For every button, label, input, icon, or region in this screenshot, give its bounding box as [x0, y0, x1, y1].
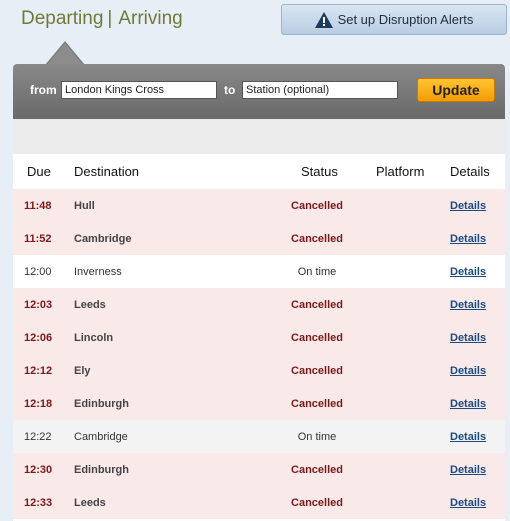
status: Cancelled [291, 332, 343, 344]
details-link[interactable]: Details [450, 365, 486, 377]
destination: Cambridge [74, 233, 132, 245]
tab-departing[interactable]: Departing [21, 8, 103, 29]
header-platform: Platform [376, 164, 425, 179]
due-time: 12:06 [24, 332, 53, 344]
due-time: 11:48 [24, 200, 52, 212]
due-time: 12:12 [24, 365, 53, 377]
table-row: 11:48 Hull Cancelled Details [13, 189, 505, 222]
update-button[interactable]: Update [417, 78, 495, 102]
due-time: 12:30 [24, 464, 53, 476]
departures-list: 11:48 Hull Cancelled Details 11:52 Cambridge C… [13, 189, 505, 519]
due-time: 12:22 [24, 431, 52, 443]
tab-pointer-fill [47, 43, 83, 65]
status: Cancelled [291, 497, 343, 509]
details-link[interactable]: Details [450, 464, 486, 476]
details-link[interactable]: Details [450, 233, 486, 245]
table-row: 12:00 Inverness On time Details [13, 255, 505, 288]
destination: Leeds [74, 497, 106, 509]
destination: Lincoln [74, 332, 114, 344]
status: Cancelled [291, 299, 343, 311]
due-time: 12:00 [24, 266, 52, 278]
departures-panel: from to Update Due Destination Status Pl… [13, 64, 505, 521]
direction-tabs: Departing | Arriving [21, 8, 183, 30]
to-label: to [224, 83, 236, 97]
destination: Edinburgh [74, 398, 129, 410]
details-link[interactable]: Details [450, 497, 486, 509]
due-time: 12:33 [24, 497, 53, 509]
warning-triangle-icon [314, 11, 333, 28]
disruption-alerts-label: Set up Disruption Alerts [337, 12, 474, 27]
header-destination: Destination [74, 164, 140, 179]
status: Cancelled [291, 464, 343, 476]
table-row: 11:52 Cambridge Cancelled Details [13, 222, 505, 255]
status: On time [297, 266, 337, 278]
status: Cancelled [291, 365, 343, 377]
table-row: 12:03 Leeds Cancelled Details [13, 288, 505, 321]
destination: Hull [74, 200, 95, 212]
status: Cancelled [291, 233, 343, 245]
header-details: Details [450, 164, 490, 179]
destination: Inverness [74, 266, 122, 278]
table-header: Due Destination Status Platform Details [13, 154, 505, 189]
details-link[interactable]: Details [450, 332, 486, 344]
destination: Cambridge [74, 431, 128, 443]
from-station-input[interactable] [61, 81, 217, 99]
status: Cancelled [291, 200, 343, 212]
info-strip [13, 119, 505, 154]
table-row: 12:33 Leeds Cancelled Details [13, 486, 505, 519]
due-time: 12:18 [24, 398, 53, 410]
due-time: 12:03 [24, 299, 53, 311]
table-row: 12:06 Lincoln Cancelled Details [13, 321, 505, 354]
tab-arriving[interactable]: Arriving [118, 8, 182, 29]
details-link[interactable]: Details [450, 398, 486, 410]
table-row: 12:12 Ely Cancelled Details [13, 354, 505, 387]
details-link[interactable]: Details [450, 299, 486, 311]
header-due: Due [27, 164, 51, 179]
to-station-input[interactable] [242, 81, 398, 99]
status: Cancelled [291, 398, 343, 410]
header-status: Status [301, 164, 338, 179]
table-row: 12:30 Edinburgh Cancelled Details [13, 453, 505, 486]
search-bar: from to Update [13, 64, 505, 119]
details-link[interactable]: Details [450, 431, 486, 443]
disruption-alerts-button[interactable]: Set up Disruption Alerts [281, 4, 507, 35]
status: On time [297, 431, 337, 443]
table-row: 12:22 Cambridge On time Details [13, 420, 505, 453]
table-row: 12:18 Edinburgh Cancelled Details [13, 387, 505, 420]
destination: Leeds [74, 299, 106, 311]
from-label: from [30, 83, 57, 97]
tab-separator: | [107, 8, 113, 29]
details-link[interactable]: Details [450, 266, 486, 278]
due-time: 11:52 [24, 233, 52, 245]
destination: Edinburgh [74, 464, 129, 476]
details-link[interactable]: Details [450, 200, 486, 212]
destination: Ely [74, 365, 91, 377]
